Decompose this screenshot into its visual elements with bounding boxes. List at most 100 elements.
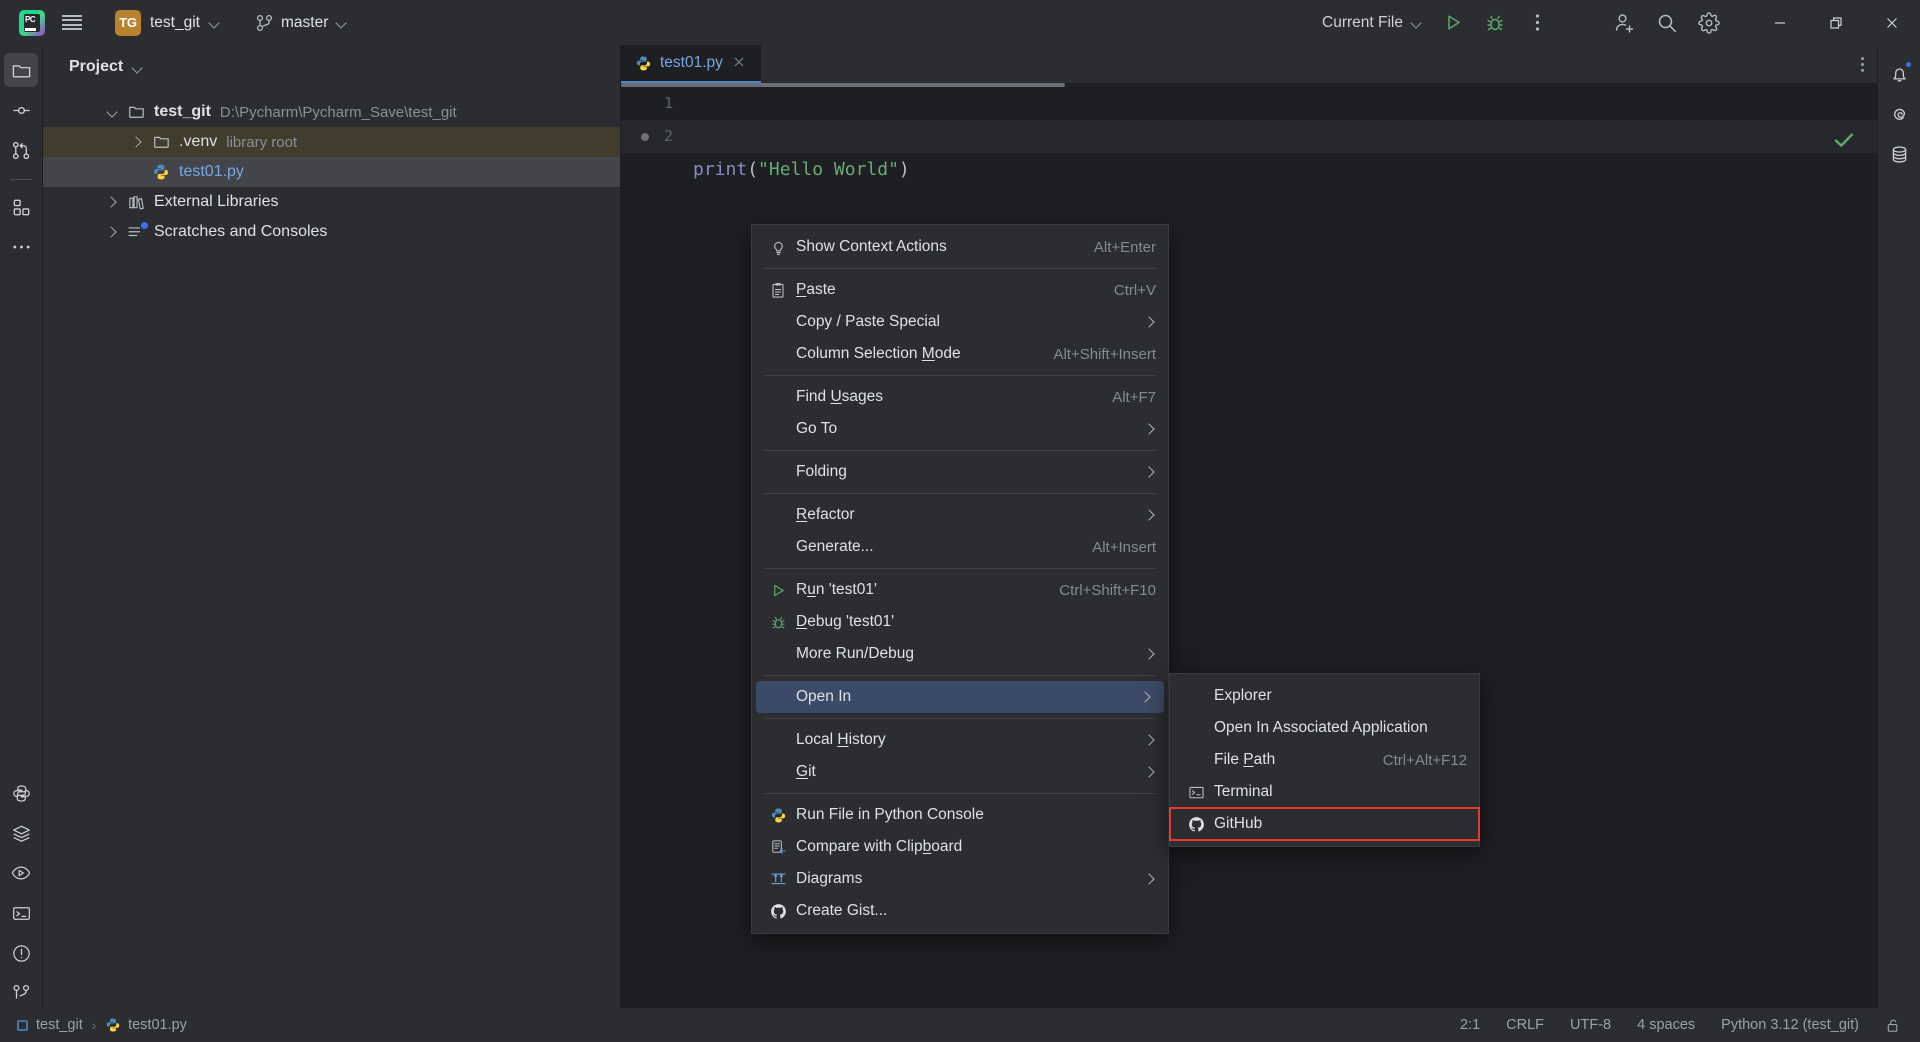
unlocked-icon[interactable] [1885, 1017, 1902, 1034]
menu-item-git[interactable]: Git [752, 756, 1168, 788]
left-tool-window-bar-bottom [4, 776, 38, 1022]
menu-item-shortcut: Ctrl+Shift+F10 [1059, 581, 1156, 599]
menu-item-copy-paste-special[interactable]: Copy / Paste Special [752, 306, 1168, 338]
sidebar-item-version-control[interactable] [4, 976, 38, 1010]
sidebar-divider [10, 179, 32, 180]
sidebar-item-commit[interactable] [4, 93, 38, 127]
menu-item-label: Open In [796, 688, 852, 705]
run-button[interactable] [1432, 2, 1474, 44]
menu-item-column-selection-mode[interactable]: Column Selection Mode Alt+Shift+Insert [752, 338, 1168, 370]
menu-item-more-run-debug[interactable]: More Run/Debug [752, 638, 1168, 670]
notification-badge [1904, 60, 1913, 69]
chevron-right-icon[interactable] [103, 222, 123, 242]
submenu-item-open-in-associated-application[interactable]: Open In Associated Application [1170, 712, 1479, 744]
menu-item-label: Compare with Clipboard [796, 838, 963, 855]
tree-item-test01-py[interactable]: test01.py [43, 157, 620, 187]
breadcrumb-item-test01-py[interactable]: test01.py [105, 1017, 187, 1033]
menu-item-debug-test01[interactable]: Debug 'test01' [752, 606, 1168, 638]
indent-setting[interactable]: 4 spaces [1637, 1017, 1695, 1033]
pycharm-logo-bar [25, 28, 36, 31]
menu-item-go-to[interactable]: Go To [752, 413, 1168, 445]
run-configuration-selector[interactable]: Current File [1312, 8, 1432, 38]
breadcrumb-item-test_git[interactable]: test_git [16, 1017, 83, 1033]
maximize-window-button[interactable] [1808, 0, 1864, 45]
menu-item-paste[interactable]: Paste Ctrl+V [752, 274, 1168, 306]
tree-item-external-libraries[interactable]: External Libraries [43, 187, 620, 217]
sidebar-item-notifications[interactable] [1882, 57, 1916, 91]
menu-item-compare-with-clipboard[interactable]: Compare with Clipboard [752, 831, 1168, 863]
add-account-button[interactable] [1604, 2, 1646, 44]
menu-item-folding[interactable]: Folding [752, 456, 1168, 488]
menu-item-show-context-actions[interactable]: Show Context Actions Alt+Enter [752, 231, 1168, 263]
file-encoding[interactable]: UTF-8 [1570, 1017, 1611, 1033]
settings-button[interactable] [1688, 2, 1730, 44]
menu-item-label: Generate... [796, 538, 874, 555]
minimize-window-button[interactable] [1752, 0, 1808, 45]
submenu-item-label: GitHub [1214, 815, 1263, 832]
sidebar-item-run[interactable] [4, 856, 38, 890]
submenu-item-file-path[interactable]: File Path Ctrl+Alt+F12 [1170, 744, 1479, 776]
submenu-item-github[interactable]: GitHub [1169, 807, 1480, 841]
hamburger-menu-icon[interactable] [52, 5, 92, 41]
python-file-icon [105, 1017, 121, 1033]
open-in-submenu: Explorer Open In Associated Application … [1169, 673, 1480, 847]
chevron-right-icon [1142, 647, 1156, 661]
menu-item-open-in[interactable]: Open In [756, 681, 1164, 713]
caret-position[interactable]: 2:1 [1460, 1017, 1480, 1033]
python-interpreter[interactable]: Python 3.12 (test_git) [1721, 1017, 1859, 1033]
submenu-item-label: Terminal [1214, 783, 1273, 800]
sidebar-item-ai-assistant[interactable] [1882, 97, 1916, 131]
menu-item-generate[interactable]: Generate... Alt+Insert [752, 531, 1168, 563]
search-button[interactable] [1646, 2, 1688, 44]
project-badge: TG [115, 9, 141, 36]
tree-item-scratches-and-consoles[interactable]: Scratches and Consoles [43, 217, 620, 247]
close-icon [1885, 16, 1899, 30]
menu-item-label: Create Gist... [796, 902, 888, 919]
tree-item-test_git[interactable]: test_git D:\Pycharm\Pycharm_Save\test_gi… [43, 97, 620, 127]
menu-item-local-history[interactable]: Local History [752, 724, 1168, 756]
chevron-right-icon[interactable] [103, 192, 123, 212]
scratches-icon [125, 222, 148, 242]
sidebar-item-problems[interactable] [4, 936, 38, 970]
inspection-status-widget[interactable] [1833, 131, 1855, 149]
sidebar-item-python-packages[interactable] [4, 776, 38, 810]
menu-item-label: Diagrams [796, 870, 863, 887]
menu-item-label: Go To [796, 420, 838, 437]
sidebar-item-more[interactable] [4, 230, 38, 264]
title-bar-left: PC TG test_git master [0, 0, 356, 45]
menu-item-diagrams[interactable]: Diagrams [752, 863, 1168, 895]
close-icon[interactable] [731, 54, 749, 72]
pycharm-window: PC TG test_git master Current File Proje… [0, 0, 1920, 1042]
menu-item-create-gist[interactable]: Create Gist... [752, 895, 1168, 927]
menu-item-shortcut: Alt+Enter [1093, 238, 1156, 256]
submenu-item-label: Open In Associated Application [1214, 719, 1428, 736]
editor-tab-options-button[interactable] [1860, 45, 1865, 83]
submenu-item-explorer[interactable]: Explorer [1170, 680, 1479, 712]
menu-item-label: Git [796, 763, 816, 780]
status-bar-right: 2:1 CRLF UTF-8 4 spaces Python 3.12 (tes… [1460, 1017, 1920, 1034]
sidebar-item-terminal[interactable] [4, 896, 38, 930]
sidebar-item-plugins[interactable] [4, 190, 38, 224]
debug-button[interactable] [1474, 2, 1516, 44]
sidebar-item-layers[interactable] [4, 816, 38, 850]
tree-item-venv[interactable]: .venv library root [43, 127, 620, 157]
sidebar-item-pull-requests[interactable] [4, 133, 38, 167]
menu-item-run-file-in-python-console[interactable]: Run File in Python Console [752, 799, 1168, 831]
menu-item-run-test01[interactable]: Run 'test01' Ctrl+Shift+F10 [752, 574, 1168, 606]
chevron-down-icon[interactable] [103, 102, 123, 122]
menu-item-refactor[interactable]: Refactor [752, 499, 1168, 531]
submenu-item-terminal[interactable]: Terminal [1170, 776, 1479, 808]
code-token-string: "Hello World" [758, 159, 899, 180]
line-separator[interactable]: CRLF [1506, 1017, 1544, 1033]
branch-selector[interactable]: master [247, 8, 356, 38]
sidebar-item-project[interactable] [4, 53, 38, 87]
chevron-right-icon[interactable] [128, 132, 148, 152]
project-panel-header[interactable]: Project [43, 45, 620, 89]
pycharm-logo-icon[interactable]: PC [12, 5, 52, 41]
menu-item-find-usages[interactable]: Find Usages Alt+F7 [752, 381, 1168, 413]
more-options-button[interactable] [1516, 2, 1558, 44]
close-window-button[interactable] [1864, 0, 1920, 45]
editor-tab-test01-py[interactable]: test01.py [621, 45, 761, 83]
sidebar-item-database[interactable] [1882, 137, 1916, 171]
project-selector[interactable]: TG test_git [106, 8, 229, 38]
